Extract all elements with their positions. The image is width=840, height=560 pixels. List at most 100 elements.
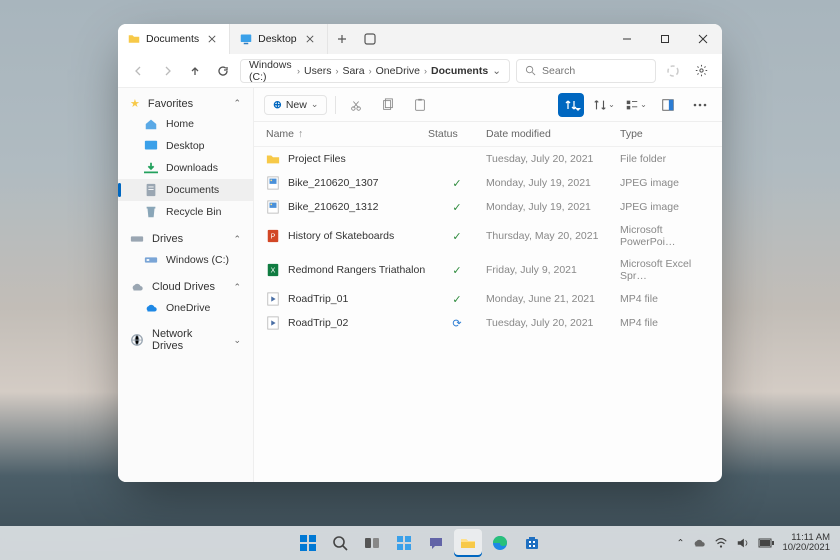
sidebar-item-desktop[interactable]: Desktop — [118, 135, 253, 157]
copy-button[interactable] — [376, 93, 400, 117]
tab-desktop[interactable]: Desktop — [230, 24, 328, 54]
cut-button[interactable] — [344, 93, 368, 117]
main-pane: ⊕ New ⌄ ⌄ ⌄ Name↑ Status Date modified — [254, 88, 722, 482]
file-date: Monday, July 19, 2021 — [486, 201, 620, 213]
file-list: Project FilesTuesday, July 20, 2021File … — [254, 147, 722, 482]
column-name[interactable]: Name↑ — [266, 128, 428, 140]
chevron-up-icon[interactable]: ⌃ — [233, 282, 241, 293]
start-button[interactable] — [294, 529, 322, 557]
file-row[interactable]: PHistory of Skateboards✓Thursday, May 20… — [254, 219, 722, 253]
syncing-icon: ⟳ — [452, 317, 461, 330]
column-type[interactable]: Type — [620, 128, 710, 140]
file-row[interactable]: RoadTrip_01✓Monday, June 21, 2021MP4 fil… — [254, 287, 722, 311]
tab-label: Documents — [146, 33, 199, 45]
sidebar-item-label: OneDrive — [166, 302, 210, 314]
sidebar-item-onedrive[interactable]: OneDrive — [118, 297, 253, 319]
paste-button[interactable] — [408, 93, 432, 117]
file-icon: P — [266, 229, 280, 243]
tray-chevron-icon[interactable]: ⌃ — [676, 538, 684, 549]
cloud-icon — [130, 280, 144, 294]
chat-button[interactable] — [422, 529, 450, 557]
sidebar-group-favorites[interactable]: ★ Favorites ⌃ — [118, 94, 253, 113]
back-button[interactable] — [128, 60, 150, 82]
up-button[interactable] — [184, 60, 206, 82]
sidebar-group-drives[interactable]: Drives ⌃ — [118, 229, 253, 249]
new-button[interactable]: ⊕ New ⌄ — [264, 95, 327, 115]
column-date[interactable]: Date modified — [486, 128, 620, 140]
battery-icon[interactable] — [758, 538, 774, 548]
breadcrumb-segment[interactable]: Windows (C:) — [249, 59, 293, 83]
chevron-down-icon[interactable]: ⌄ — [492, 65, 501, 77]
system-tray: ⌃ 11:11 AM 10/20/2021 — [676, 533, 840, 554]
wifi-icon[interactable] — [714, 536, 728, 550]
file-date: Tuesday, July 20, 2021 — [486, 153, 620, 165]
task-view-button[interactable] — [358, 529, 386, 557]
file-row[interactable]: Bike_210620_1307✓Monday, July 19, 2021JP… — [254, 171, 722, 195]
file-name: History of Skateboards — [288, 230, 394, 242]
sort-asc-icon: ↑ — [298, 128, 303, 140]
file-name: RoadTrip_02 — [288, 317, 348, 329]
tab-close-button[interactable] — [303, 32, 317, 46]
more-button[interactable] — [688, 93, 712, 117]
edge-button[interactable] — [486, 529, 514, 557]
file-row[interactable]: Bike_210620_1312✓Monday, July 19, 2021JP… — [254, 195, 722, 219]
minimize-button[interactable] — [608, 24, 646, 54]
settings-button[interactable] — [690, 60, 712, 82]
file-type: JPEG image — [620, 177, 710, 189]
breadcrumb-segment[interactable]: Users — [304, 65, 331, 77]
file-explorer-window: Documents Desktop Windows (C:)› Users› S… — [118, 24, 722, 482]
tab-documents[interactable]: Documents — [118, 24, 230, 54]
tab-close-button[interactable] — [205, 32, 219, 46]
chevron-up-icon[interactable]: ⌃ — [233, 98, 241, 109]
file-row[interactable]: XRedmond Rangers Triathalon✓Friday, July… — [254, 253, 722, 287]
view-button[interactable]: ⌄ — [624, 93, 648, 117]
column-status[interactable]: Status — [428, 128, 486, 140]
nav-toolbar: Windows (C:)› Users› Sara› OneDrive› Doc… — [118, 54, 722, 88]
address-bar[interactable]: Windows (C:)› Users› Sara› OneDrive› Doc… — [240, 59, 510, 83]
file-name: Redmond Rangers Triathalon — [288, 264, 425, 276]
svg-text:P: P — [271, 234, 276, 241]
file-explorer-button[interactable] — [454, 529, 482, 557]
drive-icon — [144, 253, 158, 267]
tab-overview-button[interactable] — [356, 33, 384, 45]
search-button[interactable] — [326, 529, 354, 557]
synced-icon: ✓ — [452, 201, 461, 214]
breadcrumb-segment[interactable]: OneDrive — [376, 65, 420, 77]
sort-options-button[interactable]: ⌄ — [592, 93, 616, 117]
refresh-button[interactable] — [212, 60, 234, 82]
file-row[interactable]: Project FilesTuesday, July 20, 2021File … — [254, 147, 722, 171]
sidebar-group-cloud[interactable]: Cloud Drives ⌃ — [118, 277, 253, 297]
new-tab-button[interactable] — [328, 34, 356, 44]
sidebar-item-downloads[interactable]: Downloads — [118, 157, 253, 179]
breadcrumb-segment[interactable]: Documents — [431, 65, 488, 77]
synced-icon: ✓ — [452, 230, 461, 243]
sidebar-item-recyclebin[interactable]: Recycle Bin — [118, 201, 253, 223]
sidebar-group-network[interactable]: Network Drives ⌄ — [118, 325, 253, 355]
file-icon — [266, 152, 280, 166]
forward-button[interactable] — [156, 60, 178, 82]
onedrive-tray-icon[interactable] — [692, 536, 706, 550]
chevron-up-icon[interactable]: ⌃ — [233, 234, 241, 245]
sort-button[interactable] — [558, 93, 584, 117]
sidebar-item-home[interactable]: Home — [118, 113, 253, 135]
store-button[interactable] — [518, 529, 546, 557]
close-button[interactable] — [684, 24, 722, 54]
sidebar-item-documents[interactable]: Documents — [118, 179, 253, 201]
file-type: File folder — [620, 153, 710, 165]
search-input[interactable] — [542, 65, 647, 77]
clock[interactable]: 11:11 AM 10/20/2021 — [782, 533, 830, 554]
volume-icon[interactable] — [736, 536, 750, 550]
chevron-down-icon[interactable]: ⌄ — [233, 335, 241, 346]
maximize-button[interactable] — [646, 24, 684, 54]
details-pane-button[interactable] — [656, 93, 680, 117]
widgets-button[interactable] — [390, 529, 418, 557]
file-row[interactable]: RoadTrip_02⟳Tuesday, July 20, 2021MP4 fi… — [254, 311, 722, 335]
chevron-right-icon: › — [335, 66, 338, 76]
search-box[interactable] — [516, 59, 656, 83]
sidebar-item-label: Documents — [166, 184, 219, 196]
file-name: RoadTrip_01 — [288, 293, 348, 305]
breadcrumb-segment[interactable]: Sara — [342, 65, 364, 77]
drive-icon — [130, 232, 144, 246]
plus-icon: ⊕ — [273, 99, 282, 111]
sidebar-item-windows-c[interactable]: Windows (C:) — [118, 249, 253, 271]
